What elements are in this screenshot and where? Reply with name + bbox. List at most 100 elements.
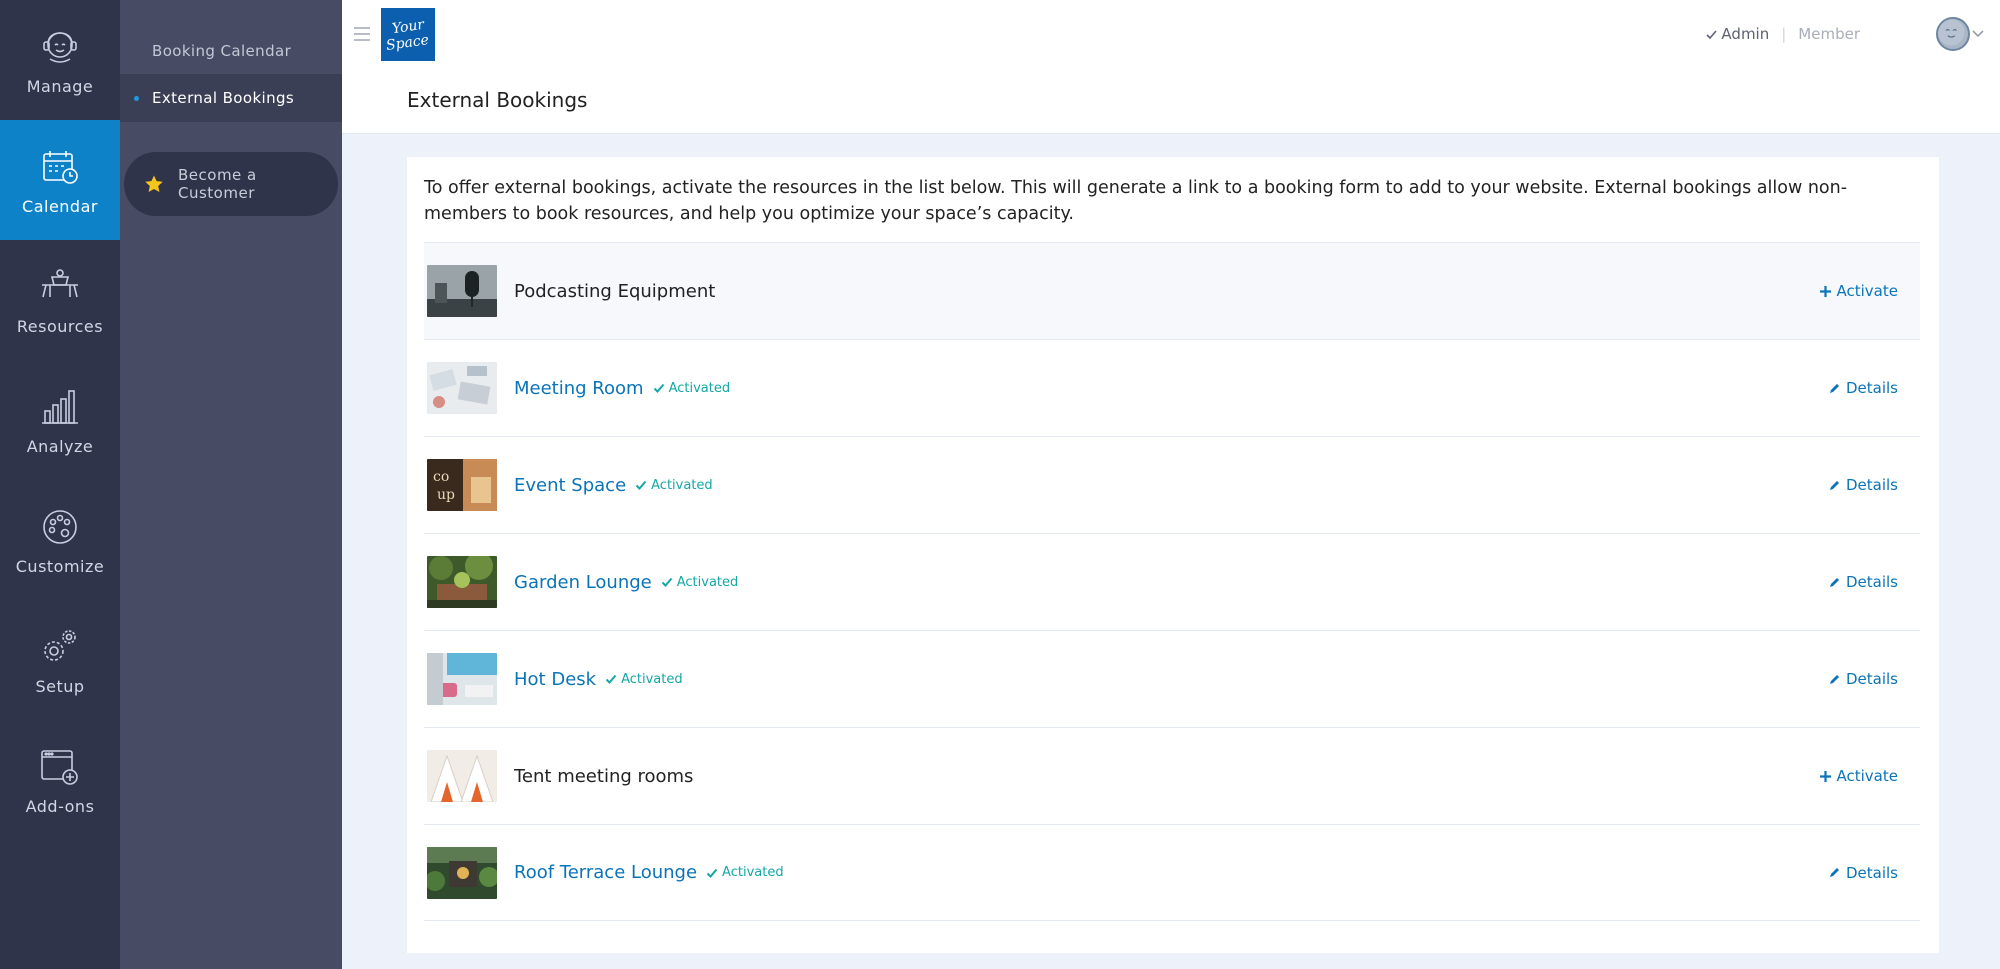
check-icon bbox=[1706, 29, 1718, 39]
resource-name: Podcasting Equipment bbox=[514, 280, 716, 302]
role-switch: Admin | Member bbox=[1705, 25, 1860, 43]
subnav-label-booking-calendar: Booking Calendar bbox=[152, 42, 292, 60]
manage-icon bbox=[38, 25, 82, 69]
resource-name-link[interactable]: Hot Desk bbox=[514, 669, 596, 690]
resource-thumbnail bbox=[427, 653, 497, 705]
nav-item-calendar[interactable]: Calendar bbox=[0, 120, 120, 240]
activated-badge: Activated bbox=[706, 865, 784, 880]
nav-label-manage: Manage bbox=[26, 76, 94, 96]
gear-icon bbox=[38, 625, 82, 669]
details-label: Details bbox=[1845, 476, 1898, 494]
resource-name: Tent meeting rooms bbox=[514, 765, 694, 787]
nav-label-resources: Resources bbox=[16, 316, 104, 336]
activated-label: Activated bbox=[668, 380, 731, 396]
resource-row-podcasting-equipment: Podcasting Equipment Activate bbox=[424, 242, 1920, 339]
activated-label: Activated bbox=[722, 865, 784, 880]
details-button[interactable]: Details bbox=[1828, 670, 1898, 688]
activate-button[interactable]: Activate bbox=[1819, 282, 1898, 300]
chevron-down-icon[interactable] bbox=[1972, 30, 1984, 38]
details-button[interactable]: Details bbox=[1828, 476, 1898, 494]
pencil-icon bbox=[1829, 480, 1839, 490]
main-nav-rail: Manage Calendar Resources Analyze Custom… bbox=[0, 0, 120, 969]
activated-badge: Activated bbox=[605, 672, 683, 687]
details-label: Details bbox=[1845, 863, 1898, 882]
nav-item-analyze[interactable]: Analyze bbox=[0, 360, 120, 480]
active-dot bbox=[134, 96, 139, 101]
details-button[interactable]: Details bbox=[1828, 864, 1898, 882]
become-customer-button[interactable]: Become a Customer bbox=[124, 152, 338, 216]
analyze-icon bbox=[38, 385, 82, 429]
resource-thumbnail bbox=[427, 556, 497, 608]
pencil-icon bbox=[1829, 674, 1839, 684]
top-bar: Your Space External Bookings Admin | Mem… bbox=[342, 0, 2000, 134]
add-ons-icon bbox=[38, 745, 82, 789]
role-admin-link[interactable]: Admin bbox=[1721, 25, 1769, 43]
page-title: External Bookings bbox=[407, 88, 588, 112]
check-icon bbox=[635, 480, 647, 490]
nav-item-setup[interactable]: Setup bbox=[0, 600, 120, 720]
avatar[interactable] bbox=[1936, 17, 1970, 51]
resource-thumbnail bbox=[427, 362, 497, 414]
activated-label: Activated bbox=[651, 477, 713, 493]
activate-label: Activate bbox=[1836, 767, 1898, 785]
details-label: Details bbox=[1845, 670, 1898, 688]
resource-name-link[interactable]: Event Space bbox=[514, 475, 626, 496]
become-customer-label: Become a Customer bbox=[178, 166, 257, 202]
resource-thumbnail bbox=[427, 846, 497, 899]
nav-label-customize: Customize bbox=[15, 556, 105, 576]
resource-row-tent-meeting-rooms: Tent meeting rooms Activate bbox=[424, 727, 1920, 824]
plus-icon bbox=[1819, 770, 1831, 782]
your-space-logo[interactable]: Your Space bbox=[381, 8, 435, 61]
details-label: Details bbox=[1845, 573, 1898, 591]
subnav-item-external-bookings[interactable]: External Bookings bbox=[120, 74, 342, 122]
pencil-icon bbox=[1829, 383, 1839, 393]
resource-thumbnail bbox=[427, 265, 497, 317]
check-icon bbox=[661, 577, 672, 587]
activate-button[interactable]: Activate bbox=[1819, 767, 1898, 785]
nav-item-add-ons[interactable]: Add-ons bbox=[0, 720, 120, 840]
subnav-label-external-bookings: External Bookings bbox=[152, 89, 295, 107]
user-avatar-icon bbox=[1938, 19, 1965, 46]
details-button[interactable]: Details bbox=[1828, 379, 1898, 397]
resources-icon bbox=[38, 265, 82, 309]
resource-name-link[interactable]: Roof Terrace Lounge bbox=[514, 862, 697, 883]
nav-label-calendar: Calendar bbox=[22, 196, 98, 216]
activated-badge: Activated bbox=[635, 478, 713, 493]
activated-label: Activated bbox=[676, 574, 739, 590]
nav-label-analyze: Analyze bbox=[26, 436, 94, 456]
resource-row-meeting-room: Meeting Room Activated Details bbox=[424, 339, 1920, 436]
hamburger-icon[interactable] bbox=[352, 24, 372, 44]
star-icon bbox=[145, 175, 163, 192]
details-label: Details bbox=[1845, 379, 1898, 397]
nav-label-setup: Setup bbox=[35, 676, 85, 696]
resource-row-event-space: co up Event Space Activated Details bbox=[424, 436, 1920, 533]
activated-label: Activated bbox=[621, 671, 683, 687]
nav-label-add-ons: Add-ons bbox=[25, 796, 95, 816]
pencil-icon bbox=[1829, 577, 1839, 587]
nav-item-manage[interactable]: Manage bbox=[0, 0, 120, 120]
resource-thumbnail: co up bbox=[427, 459, 497, 511]
palette-icon bbox=[38, 505, 82, 549]
activated-badge: Activated bbox=[653, 380, 731, 396]
activated-badge: Activated bbox=[661, 574, 739, 590]
role-member-link[interactable]: Member bbox=[1798, 25, 1860, 43]
pencil-icon bbox=[1829, 868, 1839, 877]
external-bookings-card: To offer external bookings, activate the… bbox=[407, 157, 1939, 953]
resource-list: Podcasting Equipment Activate Meeting Ro… bbox=[424, 242, 1920, 921]
svg-text:co: co bbox=[433, 469, 449, 485]
resource-thumbnail bbox=[427, 750, 497, 802]
resource-row-garden-lounge: Garden Lounge Activated Details bbox=[424, 533, 1920, 630]
resource-name-link[interactable]: Meeting Room bbox=[514, 378, 644, 399]
resource-name-link[interactable]: Garden Lounge bbox=[514, 572, 652, 593]
nav-item-resources[interactable]: Resources bbox=[0, 240, 120, 360]
resource-row-hot-desk: Hot Desk Activated Details bbox=[424, 630, 1920, 727]
resource-row-roof-terrace-lounge: Roof Terrace Lounge Activated Details bbox=[424, 824, 1920, 921]
activate-label: Activate bbox=[1836, 282, 1898, 300]
plus-icon bbox=[1819, 285, 1831, 297]
intro-text: To offer external bookings, activate the… bbox=[424, 178, 1848, 224]
calendar-subnav: Booking Calendar External Bookings Becom… bbox=[120, 0, 342, 969]
details-button[interactable]: Details bbox=[1828, 573, 1898, 591]
subnav-item-booking-calendar[interactable]: Booking Calendar bbox=[120, 27, 342, 75]
nav-item-customize[interactable]: Customize bbox=[0, 480, 120, 600]
check-icon bbox=[653, 383, 664, 393]
